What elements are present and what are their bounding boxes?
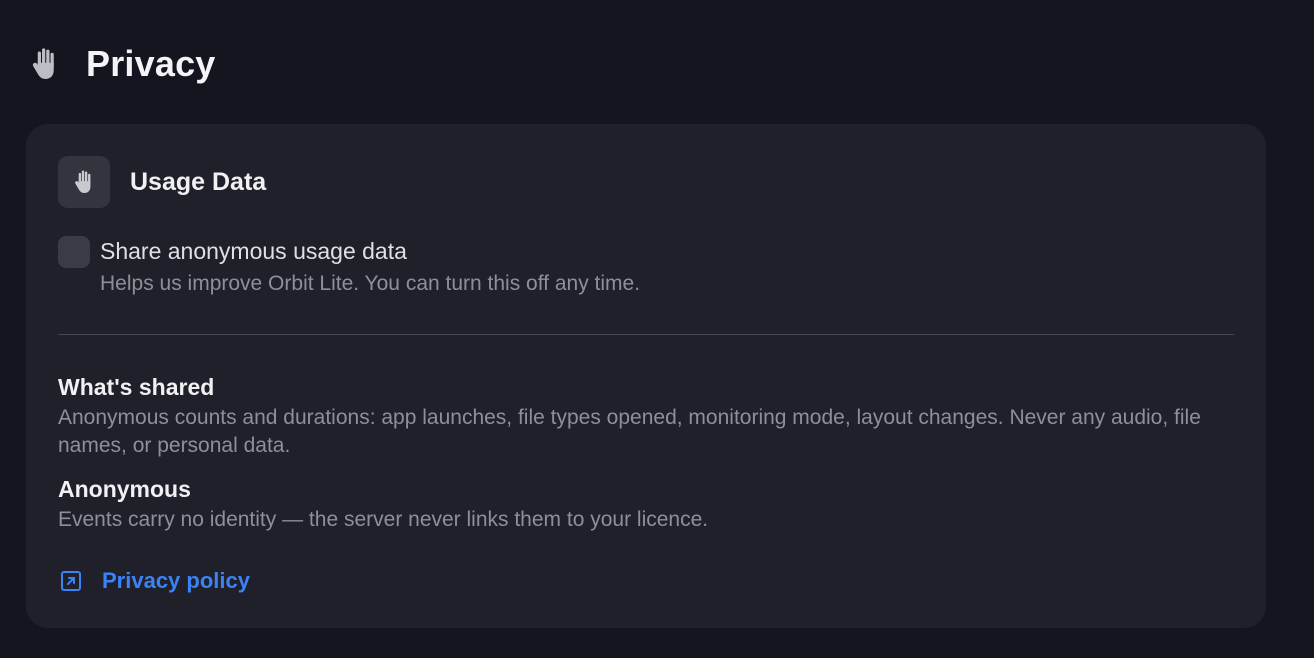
privacy-policy-link-label[interactable]: Privacy policy <box>102 568 250 594</box>
anonymous-section: Anonymous Events carry no identity — the… <box>58 474 1218 534</box>
usage-data-card: Usage Data Share anonymous usage data He… <box>26 124 1266 628</box>
whats-shared-section: What's shared Anonymous counts and durat… <box>58 372 1218 460</box>
share-usage-toggle-row: Share anonymous usage data Helps us impr… <box>58 236 640 298</box>
external-link-icon <box>60 570 82 592</box>
card-title: Usage Data <box>130 167 267 196</box>
share-usage-help-text: Helps us improve Orbit Lite. You can tur… <box>100 272 641 295</box>
section-body: Anonymous counts and durations: app laun… <box>58 406 1201 457</box>
section-body: Events carry no identity — the server ne… <box>58 508 709 531</box>
hand-icon <box>58 156 110 208</box>
hand-icon <box>28 46 62 82</box>
toggle-text: Share anonymous usage data Helps us impr… <box>100 236 640 298</box>
share-usage-label[interactable]: Share anonymous usage data <box>100 236 640 266</box>
page-title: Privacy <box>86 43 216 84</box>
card-header: Usage Data <box>58 156 266 208</box>
share-usage-checkbox[interactable] <box>58 236 90 268</box>
section-title: Anonymous <box>58 476 191 502</box>
privacy-policy-link[interactable]: Privacy policy <box>60 568 250 594</box>
page-header: Privacy <box>28 43 216 84</box>
privacy-settings-page: Privacy Usage Data Share anonymous usage… <box>0 0 1314 658</box>
section-title: What's shared <box>58 374 215 400</box>
divider <box>58 334 1234 335</box>
